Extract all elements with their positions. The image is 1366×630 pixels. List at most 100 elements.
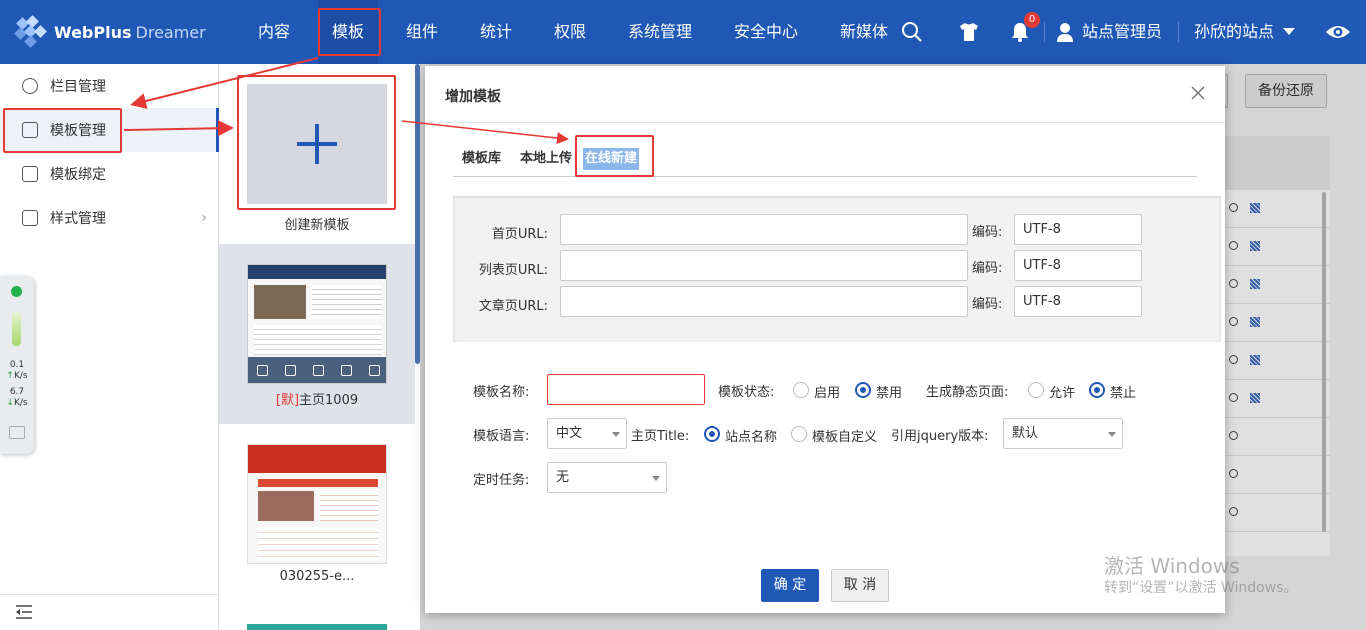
- jquery-version-select[interactable]: 默认: [1003, 418, 1123, 449]
- create-template-label: 创建新模板: [284, 218, 350, 233]
- search-icon[interactable]: [900, 20, 924, 44]
- list-url-label: 列表页URL:: [478, 263, 548, 278]
- shirt-icon[interactable]: [957, 20, 981, 44]
- sidebar-item-column[interactable]: 栏目管理: [0, 64, 219, 108]
- download-icon[interactable]: [284, 364, 296, 376]
- nav-statistics[interactable]: 统计: [480, 0, 512, 64]
- tab-online-create[interactable]: 在线新建: [583, 148, 640, 170]
- tab-local-upload[interactable]: 本地上传: [520, 148, 572, 170]
- scheduled-task-label: 定时任务:: [473, 473, 530, 488]
- column-icon: [22, 78, 38, 94]
- delete-icon[interactable]: [368, 364, 380, 376]
- template-list: 创建新模板 [默]主页1009 030255-e...: [219, 64, 420, 630]
- tab-underline: [453, 176, 1197, 177]
- title-site-name-radio[interactable]: [704, 426, 720, 442]
- confirm-button[interactable]: 确 定: [761, 569, 819, 602]
- home-url-input[interactable]: [560, 214, 968, 245]
- template-card[interactable]: 030255-e...: [219, 424, 415, 604]
- edit-icon[interactable]: [312, 364, 324, 376]
- create-template-button[interactable]: [247, 84, 387, 204]
- binding-icon: [22, 166, 38, 182]
- header-separator: [1178, 22, 1179, 42]
- cancel-button[interactable]: 取 消: [831, 569, 889, 602]
- template-thumbnail[interactable]: [247, 444, 387, 564]
- chevron-right-icon: ›: [201, 210, 207, 226]
- create-template-card[interactable]: 创建新模板: [219, 64, 415, 244]
- nav-content[interactable]: 内容: [258, 0, 290, 64]
- static-deny-radio[interactable]: [1089, 382, 1105, 398]
- static-allow-radio[interactable]: [1028, 382, 1044, 398]
- nav-system[interactable]: 系统管理: [628, 0, 692, 64]
- camera-icon[interactable]: [9, 426, 25, 439]
- preview-icon[interactable]: [340, 364, 352, 376]
- chevron-down-icon: [652, 476, 660, 481]
- chevron-down-icon: [1108, 432, 1116, 437]
- static-deny-label: 禁止: [1110, 386, 1137, 401]
- arrow-up-icon: ↑: [6, 371, 14, 381]
- tab-template-library[interactable]: 模板库: [462, 148, 501, 170]
- article-encoding-input[interactable]: UTF-8: [1014, 286, 1142, 317]
- bell-icon[interactable]: 0: [1008, 12, 1040, 44]
- upload-unit: ↑K/s: [6, 371, 28, 381]
- add-template-dialog: 增加模板 模板库 本地上传 在线新建 首页URL: 编码: UTF-8 列表页U…: [425, 66, 1225, 613]
- home-title-label: 主页Title:: [631, 429, 690, 444]
- template-name: [默]主页1009: [275, 393, 359, 408]
- dialog-title: 增加模板: [445, 89, 501, 105]
- eye-icon[interactable]: [1325, 20, 1351, 44]
- url-panel: 首页URL: 编码: UTF-8 列表页URL: 编码: UTF-8 文章页UR…: [453, 196, 1221, 342]
- logo[interactable]: WebPlus Dreamer: [14, 14, 206, 50]
- logo-sub: Dreamer: [135, 22, 206, 42]
- status-disable-label: 禁用: [876, 386, 903, 401]
- nav-component[interactable]: 组件: [406, 0, 438, 64]
- template-status-label: 模板状态:: [718, 385, 775, 400]
- title-custom-label: 模板自定义: [812, 430, 878, 445]
- status-disable-radio[interactable]: [855, 382, 871, 398]
- scheduled-task-select[interactable]: 无: [547, 462, 667, 493]
- activation-watermark-text: 转到“设置”以激活 Windows。: [1104, 580, 1298, 596]
- encoding-label: 编码:: [972, 261, 1003, 276]
- template-thumbnail[interactable]: [247, 264, 387, 384]
- lock-icon[interactable]: [256, 364, 268, 376]
- network-monitor-widget[interactable]: 0.1 ↑K/s 6.7 ↓K/s: [0, 276, 34, 454]
- sidebar-item-style[interactable]: 样式管理 ›: [0, 196, 219, 240]
- template-language-select[interactable]: 中文: [547, 418, 627, 449]
- template-name: 030255-e...: [279, 569, 355, 584]
- site-switcher[interactable]: 孙欣的站点: [1194, 0, 1274, 64]
- status-enable-radio[interactable]: [793, 382, 809, 398]
- nav-template[interactable]: 模板: [318, 0, 379, 64]
- template-thumbnail-partial: [247, 624, 387, 630]
- static-allow-label: 允许: [1049, 386, 1076, 401]
- collapse-menu-icon[interactable]: [16, 605, 32, 619]
- memory-bar: [12, 312, 21, 346]
- list-url-input[interactable]: [560, 250, 968, 281]
- logo-brand: WebPlus: [54, 22, 132, 42]
- sidebar-item-label: 模板管理: [50, 123, 106, 139]
- activation-watermark-title: 激活 Windows: [1104, 554, 1240, 578]
- caret-down-icon[interactable]: [1283, 28, 1295, 36]
- sidebar-item-binding[interactable]: 模板绑定: [0, 152, 219, 196]
- sidebar-item-label: 样式管理: [50, 211, 106, 227]
- article-url-label: 文章页URL:: [478, 299, 548, 314]
- title-custom-radio[interactable]: [791, 426, 807, 442]
- close-icon[interactable]: [1191, 86, 1205, 100]
- jquery-version-label: 引用jquery版本:: [891, 429, 989, 444]
- nav-security[interactable]: 安全中心: [734, 0, 798, 64]
- download-speed: 6.7: [9, 387, 25, 397]
- list-encoding-input[interactable]: UTF-8: [1014, 250, 1142, 281]
- encoding-label: 编码:: [972, 297, 1003, 312]
- template-language-label: 模板语言:: [473, 429, 530, 444]
- home-encoding-input[interactable]: UTF-8: [1014, 214, 1142, 245]
- template-card[interactable]: [默]主页1009: [219, 244, 415, 424]
- nav-permission[interactable]: 权限: [554, 0, 586, 64]
- user-name[interactable]: 站点管理员: [1082, 0, 1162, 64]
- template-actions: [248, 357, 386, 383]
- sidebar-item-label: 栏目管理: [50, 79, 106, 95]
- status-enable-label: 启用: [814, 386, 841, 401]
- status-dot: [11, 286, 22, 297]
- encoding-label: 编码:: [972, 225, 1003, 240]
- template-name-input[interactable]: [547, 374, 705, 405]
- nav-new-media[interactable]: 新媒体: [840, 0, 888, 64]
- sidebar-item-template[interactable]: 模板管理: [0, 108, 219, 152]
- article-url-input[interactable]: [560, 286, 968, 317]
- user-icon: [1057, 23, 1073, 42]
